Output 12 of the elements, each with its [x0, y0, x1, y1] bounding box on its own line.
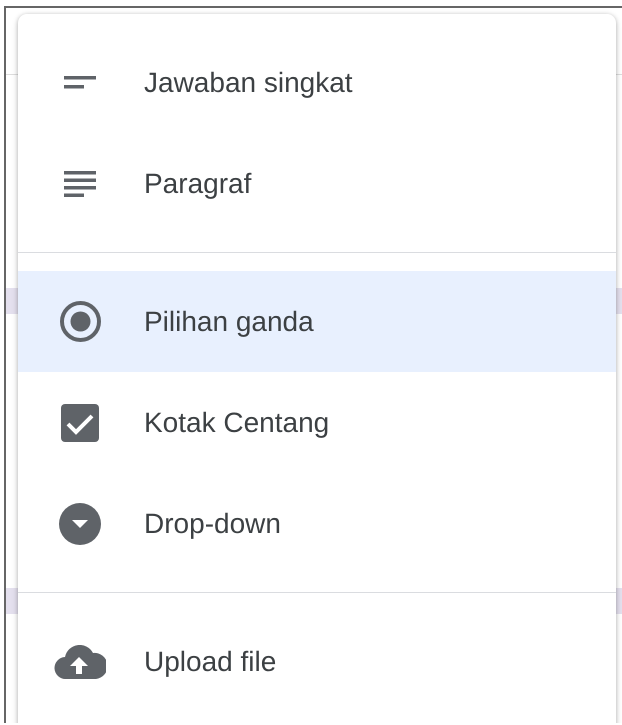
short-text-icon [64, 76, 96, 89]
menu-item[interactable]: Drop-down [18, 473, 616, 574]
paragraph-icon [64, 170, 96, 196]
radio-button-icon [60, 301, 100, 342]
menu-item[interactable]: Kotak Centang [18, 372, 616, 473]
menu-item[interactable]: Pilihan ganda [18, 271, 616, 372]
menu-item[interactable]: Upload file [18, 611, 616, 712]
cloud-upload-icon [54, 644, 106, 678]
menu-item[interactable]: Jawaban singkat [18, 32, 616, 133]
menu-item[interactable]: Paragraf [18, 133, 616, 234]
dropdown-icon [59, 502, 101, 544]
checkbox-icon [61, 404, 99, 442]
